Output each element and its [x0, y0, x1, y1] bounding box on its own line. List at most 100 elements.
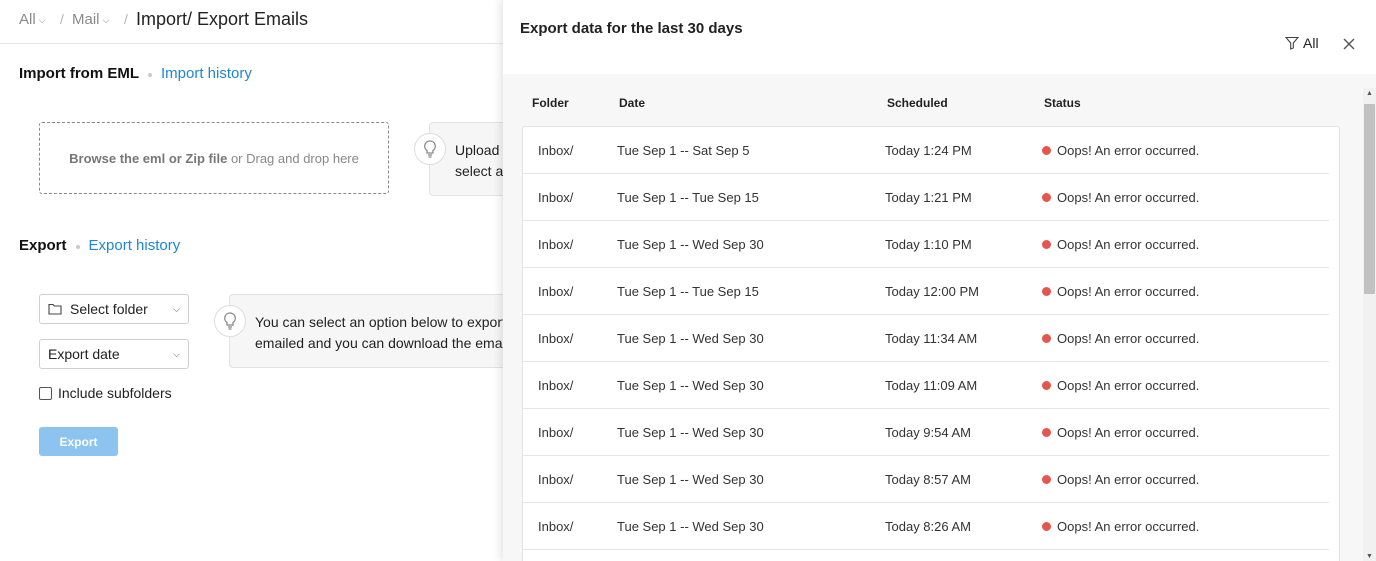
cell-status: Oops! An error occurred.: [1042, 331, 1199, 346]
cell-scheduled-text: Today 8:26 AM: [885, 519, 971, 534]
export-button[interactable]: Export: [39, 427, 118, 456]
close-icon[interactable]: [1341, 36, 1357, 52]
cell-date: Tue Sep 1 -- Wed Sep 30: [617, 331, 764, 346]
cell-date: Tue Sep 1 -- Tue Sep 15: [617, 284, 759, 299]
cell-scheduled: Today 12:00 PM: [885, 284, 979, 299]
cell-scheduled-text: Today 8:57 AM: [885, 472, 971, 487]
export-list-container: Folder Date Scheduled Status Inbox/Tue S…: [503, 74, 1376, 561]
cell-date-text: Tue Sep 1 -- Wed Sep 30: [617, 472, 764, 487]
include-subfolders-option[interactable]: Include subfolders: [39, 385, 172, 401]
lightbulb-icon: [214, 305, 246, 337]
table-row[interactable]: Inbox/Tue Sep 1 -- Wed Sep 30 Today 8:57 …: [523, 456, 1339, 503]
filter-button[interactable]: All: [1285, 35, 1319, 51]
import-section-header: Import from EML Import history: [19, 65, 252, 82]
cell-status-text: Oops! An error occurred.: [1057, 284, 1200, 299]
cell-folder: Inbox/: [538, 425, 573, 440]
cell-folder: Inbox/: [538, 472, 573, 487]
cell-date: Tue Sep 1 -- Wed Sep 30: [617, 378, 764, 393]
cell-folder: Inbox/: [538, 143, 573, 158]
cell-date-text: Tue Sep 1 -- Wed Sep 30: [617, 519, 764, 534]
breadcrumb-item-all[interactable]: All ⌵: [19, 11, 46, 28]
table-row[interactable]: Inbox/Tue Sep 1 -- Sat Sep 5 Today 1:24 P…: [523, 127, 1339, 174]
dropzone-drag-text: or Drag and drop here: [227, 150, 359, 166]
cell-folder-text: Inbox/: [538, 331, 574, 346]
cell-date-text: Tue Sep 1 -- Sat Sep 5: [617, 143, 750, 158]
table-row[interactable]: Inbox/Tue Sep 1 -- Tue Sep 15 Today 1:21 …: [523, 174, 1339, 221]
cell-folder: Inbox/: [538, 331, 573, 346]
cell-scheduled: Today 1:21 PM: [885, 190, 972, 205]
scroll-up-arrow[interactable]: ▲: [1363, 88, 1376, 98]
cell-scheduled-text: Today 11:34 AM: [885, 331, 978, 346]
cell-scheduled: Today 8:57 AM: [885, 472, 971, 487]
table-row[interactable]: Inbox/Tue Sep 1 -- Wed Sep 30 Today 11:09…: [523, 362, 1339, 409]
column-header-date: Date: [619, 96, 646, 110]
table-row[interactable]: Inbox/Tue Sep 1 -- Wed Sep 30 Today 11:34…: [523, 315, 1339, 362]
table-row[interactable]: Inbox/Tue Sep 1 -- Wed Sep 30 Today 1:10 …: [523, 221, 1339, 268]
table-row[interactable]: Inbox/Tue Sep 1 -- Tue Sep 15 Today 12:00…: [523, 268, 1339, 315]
cell-status: Oops! An error occurred.: [1042, 284, 1199, 299]
folder-icon: [48, 303, 62, 315]
cell-date: Tue Sep 1 -- Wed Sep 30: [617, 472, 764, 487]
scroll-down-arrow[interactable]: ▼: [1363, 551, 1376, 561]
error-status-dot: [1042, 475, 1051, 484]
cell-folder-text: Inbox/: [538, 472, 574, 487]
scrollbar[interactable]: ▲ ▼: [1363, 88, 1376, 561]
export-data-panel: Export data for the last 30 days All Fol…: [503, 0, 1376, 561]
cell-date-text: Tue Sep 1 -- Wed Sep 30: [617, 331, 764, 346]
cell-folder-text: Inbox/: [538, 143, 574, 158]
cell-date-text: Tue Sep 1 -- Wed Sep 30: [617, 378, 764, 393]
scroll-thumb[interactable]: [1364, 104, 1375, 294]
chevron-down-icon: ⌵: [102, 15, 110, 25]
select-folder-label: Select folder: [70, 301, 148, 317]
cell-scheduled-text: Today 1:10 PM: [885, 237, 972, 252]
breadcrumb-item-label: Mail: [72, 11, 100, 28]
column-header-scheduled: Scheduled: [887, 96, 948, 110]
cell-date: Tue Sep 1 -- Tue Sep 15: [617, 190, 759, 205]
cell-folder-text: Inbox/: [538, 237, 574, 252]
cell-date-text: Tue Sep 1 -- Tue Sep 15: [617, 284, 759, 299]
cell-date-text: Tue Sep 1 -- Wed Sep 30: [617, 425, 764, 440]
error-status-dot: [1042, 522, 1051, 531]
export-date-label: Export date: [48, 346, 120, 362]
separator-dot: [148, 73, 152, 77]
export-tip-box: You can select an option below to export…: [229, 294, 549, 368]
export-date-dropdown[interactable]: Export date ⌵: [39, 339, 189, 369]
import-history-link[interactable]: Import history: [161, 65, 252, 82]
page-title: Import/ Export Emails: [136, 9, 309, 29]
cell-status-text: Oops! An error occurred.: [1057, 331, 1200, 346]
cell-status: Oops! An error occurred.: [1042, 378, 1199, 393]
export-history-link[interactable]: Export history: [89, 237, 181, 254]
cell-status-text: Oops! An error occurred.: [1057, 519, 1200, 534]
cell-folder: Inbox/: [538, 237, 573, 252]
cell-scheduled: Today 1:10 PM: [885, 237, 972, 252]
cell-folder: Inbox/: [538, 519, 573, 534]
cell-scheduled-text: Today 1:24 PM: [885, 143, 972, 158]
cell-date: Tue Sep 1 -- Wed Sep 30: [617, 237, 764, 252]
include-subfolders-checkbox[interactable]: [39, 386, 52, 400]
select-folder-dropdown[interactable]: Select folder ⌵: [39, 294, 189, 324]
table-row[interactable]: Inbox/Tue Sep 1 -- Wed Sep 30 Today 9:54 …: [523, 409, 1339, 456]
eml-dropzone[interactable]: Browse the eml or Zip file or Drag and d…: [39, 122, 389, 194]
error-status-dot: [1042, 428, 1051, 437]
row-divider: [523, 549, 1329, 550]
export-heading: Export: [19, 237, 67, 254]
breadcrumb-item-mail[interactable]: Mail ⌵: [72, 11, 109, 28]
cell-scheduled: Today 9:54 AM: [885, 425, 971, 440]
error-status-dot: [1042, 381, 1051, 390]
cell-date: Tue Sep 1 -- Wed Sep 30: [617, 519, 764, 534]
error-status-dot: [1042, 240, 1051, 249]
error-status-dot: [1042, 287, 1051, 296]
panel-title: Export data for the last 30 days: [520, 20, 743, 37]
cell-date: Tue Sep 1 -- Sat Sep 5: [617, 143, 749, 158]
cell-status: Oops! An error occurred.: [1042, 519, 1199, 534]
table-row[interactable]: Inbox/Tue Sep 1 -- Wed Sep 30 Today 8:26 …: [523, 503, 1339, 550]
cell-scheduled: Today 11:34 AM: [885, 331, 977, 346]
breadcrumb-separator: /: [60, 11, 64, 27]
chevron-down-icon: ⌵: [38, 15, 46, 25]
cell-status-text: Oops! An error occurred.: [1057, 425, 1200, 440]
cell-folder-text: Inbox/: [538, 378, 574, 393]
error-status-dot: [1042, 146, 1051, 155]
cell-folder: Inbox/: [538, 284, 573, 299]
lightbulb-icon: [414, 133, 446, 165]
column-header-folder: Folder: [532, 96, 569, 110]
